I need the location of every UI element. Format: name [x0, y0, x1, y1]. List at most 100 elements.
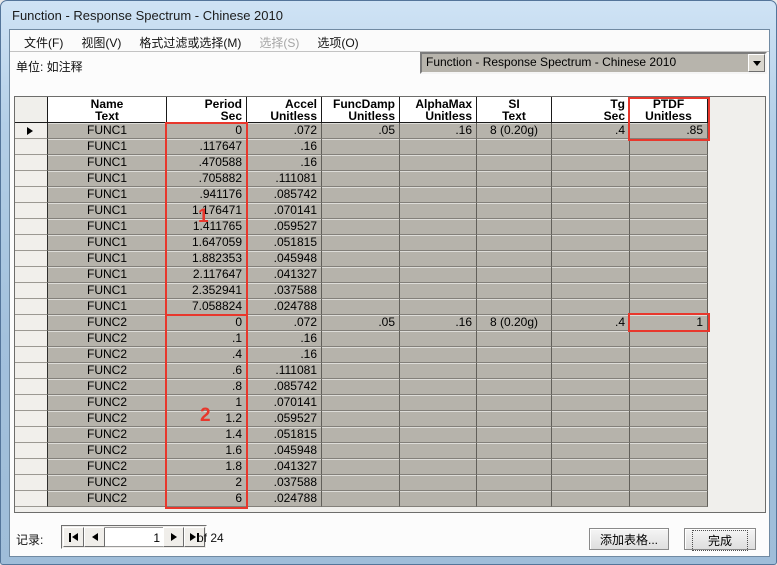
cell-period[interactable]: 2.117647: [167, 267, 247, 283]
cell-alphamax[interactable]: .16: [400, 315, 477, 331]
cell-alphamax[interactable]: [400, 187, 477, 203]
cell-period[interactable]: 6: [167, 491, 247, 507]
dropdown-arrow-button[interactable]: [748, 54, 765, 72]
cell-tg[interactable]: [552, 203, 630, 219]
cell-si[interactable]: [477, 363, 552, 379]
cell-name[interactable]: FUNC1: [48, 155, 167, 171]
cell-alphamax[interactable]: [400, 411, 477, 427]
cell-alphamax[interactable]: [400, 395, 477, 411]
cell-funcdamp[interactable]: [322, 411, 400, 427]
cell-name[interactable]: FUNC2: [48, 395, 167, 411]
cell-funcdamp[interactable]: [322, 203, 400, 219]
row-selector[interactable]: [15, 299, 48, 315]
cell-period[interactable]: 1.2: [167, 411, 247, 427]
cell-period[interactable]: 2.352941: [167, 283, 247, 299]
cell-funcdamp[interactable]: [322, 395, 400, 411]
cell-name[interactable]: FUNC2: [48, 331, 167, 347]
cell-tg[interactable]: [552, 475, 630, 491]
cell-tg[interactable]: [552, 459, 630, 475]
cell-name[interactable]: FUNC1: [48, 267, 167, 283]
cell-name[interactable]: FUNC1: [48, 283, 167, 299]
cell-ptdf[interactable]: [630, 331, 708, 347]
menu-item-2[interactable]: 格式过滤或选择(M): [130, 30, 250, 51]
cell-alphamax[interactable]: [400, 171, 477, 187]
cell-name[interactable]: FUNC2: [48, 315, 167, 331]
cell-ptdf[interactable]: [630, 251, 708, 267]
cell-accel[interactable]: .051815: [247, 235, 322, 251]
cell-funcdamp[interactable]: [322, 139, 400, 155]
cell-tg[interactable]: [552, 187, 630, 203]
cell-funcdamp[interactable]: .05: [322, 123, 400, 139]
cell-period[interactable]: 1.882353: [167, 251, 247, 267]
cell-si[interactable]: [477, 251, 552, 267]
row-selector[interactable]: [15, 235, 48, 251]
cell-alphamax[interactable]: [400, 363, 477, 379]
cell-period[interactable]: 1.647059: [167, 235, 247, 251]
cell-period[interactable]: .470588: [167, 155, 247, 171]
cell-si[interactable]: [477, 331, 552, 347]
cell-ptdf[interactable]: .85: [630, 123, 708, 139]
cell-ptdf[interactable]: [630, 491, 708, 507]
cell-ptdf[interactable]: [630, 347, 708, 363]
next-record-button[interactable]: [163, 527, 184, 547]
cell-ptdf[interactable]: [630, 155, 708, 171]
cell-tg[interactable]: [552, 267, 630, 283]
cell-si[interactable]: [477, 187, 552, 203]
add-table-button[interactable]: 添加表格...: [589, 528, 669, 550]
cell-funcdamp[interactable]: [322, 475, 400, 491]
cell-period[interactable]: 1.8: [167, 459, 247, 475]
row-selector[interactable]: [15, 155, 48, 171]
cell-accel[interactable]: .037588: [247, 475, 322, 491]
cell-period[interactable]: 1.176471: [167, 203, 247, 219]
cell-alphamax[interactable]: [400, 331, 477, 347]
row-selector[interactable]: [15, 411, 48, 427]
row-selector[interactable]: [15, 139, 48, 155]
table-selector-dropdown[interactable]: Function - Response Spectrum - Chinese 2…: [420, 52, 767, 74]
cell-tg[interactable]: [552, 235, 630, 251]
cell-tg[interactable]: .4: [552, 315, 630, 331]
cell-tg[interactable]: [552, 379, 630, 395]
cell-si[interactable]: [477, 235, 552, 251]
row-selector[interactable]: [15, 427, 48, 443]
row-selector[interactable]: [15, 267, 48, 283]
cell-si[interactable]: [477, 219, 552, 235]
cell-tg[interactable]: [552, 395, 630, 411]
cell-si[interactable]: [477, 203, 552, 219]
cell-name[interactable]: FUNC1: [48, 203, 167, 219]
cell-funcdamp[interactable]: [322, 171, 400, 187]
cell-period[interactable]: .117647: [167, 139, 247, 155]
cell-name[interactable]: FUNC1: [48, 251, 167, 267]
cell-ptdf[interactable]: [630, 443, 708, 459]
cell-ptdf[interactable]: [630, 235, 708, 251]
cell-accel[interactable]: .059527: [247, 219, 322, 235]
cell-si[interactable]: [477, 475, 552, 491]
cell-alphamax[interactable]: [400, 283, 477, 299]
cell-funcdamp[interactable]: [322, 251, 400, 267]
cell-period[interactable]: 0: [167, 123, 247, 139]
cell-accel[interactable]: .070141: [247, 395, 322, 411]
row-selector[interactable]: [15, 251, 48, 267]
cell-name[interactable]: FUNC1: [48, 123, 167, 139]
cell-tg[interactable]: [552, 251, 630, 267]
cell-funcdamp[interactable]: [322, 219, 400, 235]
cell-funcdamp[interactable]: .05: [322, 315, 400, 331]
cell-accel[interactable]: .059527: [247, 411, 322, 427]
cell-period[interactable]: 1.4: [167, 427, 247, 443]
cell-name[interactable]: FUNC1: [48, 219, 167, 235]
row-selector[interactable]: [15, 171, 48, 187]
cell-accel[interactable]: .070141: [247, 203, 322, 219]
cell-alphamax[interactable]: [400, 443, 477, 459]
cell-name[interactable]: FUNC2: [48, 347, 167, 363]
cell-ptdf[interactable]: [630, 459, 708, 475]
cell-accel[interactable]: .051815: [247, 427, 322, 443]
cell-accel[interactable]: .16: [247, 139, 322, 155]
cell-funcdamp[interactable]: [322, 299, 400, 315]
menu-item-4[interactable]: 选项(O): [308, 30, 367, 51]
row-selector[interactable]: [15, 331, 48, 347]
cell-tg[interactable]: [552, 411, 630, 427]
cell-ptdf[interactable]: [630, 283, 708, 299]
prev-record-button[interactable]: [84, 527, 105, 547]
cell-si[interactable]: [477, 139, 552, 155]
cell-accel[interactable]: .037588: [247, 283, 322, 299]
cell-ptdf[interactable]: [630, 363, 708, 379]
